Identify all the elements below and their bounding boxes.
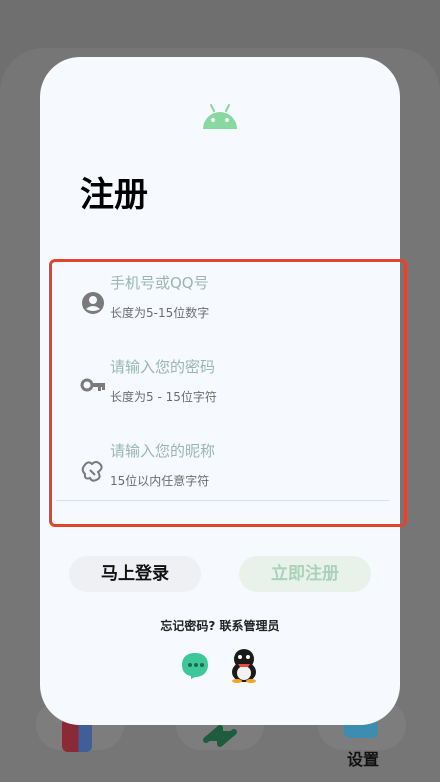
nickname-input[interactable]: 请输入您的昵称 xyxy=(110,440,215,461)
account-field[interactable]: 手机号或QQ号 长度为5-15位数字 xyxy=(52,270,404,350)
register-form: 手机号或QQ号 长度为5-15位数字 请输入您的密码 长度为5 - 15位字符 … xyxy=(49,259,407,527)
register-button[interactable]: 立即注册 xyxy=(239,556,371,592)
message-bubble-icon[interactable] xyxy=(179,650,211,682)
nickname-hint: 15位以内任意字符 xyxy=(110,474,210,488)
page-title: 注册 xyxy=(80,175,148,215)
account-hint: 长度为5-15位数字 xyxy=(110,306,210,320)
dock-settings-label: 设置 xyxy=(346,750,379,769)
form-divider xyxy=(56,500,389,501)
nickname-icon xyxy=(81,461,103,482)
android-icon xyxy=(203,104,237,129)
password-hint: 长度为5 - 15位字符 xyxy=(110,390,217,404)
password-input[interactable]: 请输入您的密码 xyxy=(110,356,215,377)
password-field[interactable]: 请输入您的密码 长度为5 - 15位字符 xyxy=(52,354,404,434)
account-circle-icon xyxy=(82,292,104,314)
login-button[interactable]: 马上登录 xyxy=(69,556,201,592)
forgot-password-link[interactable]: 忘记密码? 联系管理员 xyxy=(40,617,400,634)
qq-penguin-icon[interactable] xyxy=(228,648,260,684)
nickname-field[interactable]: 请输入您的昵称 15位以内任意字符 xyxy=(52,438,404,518)
key-icon xyxy=(80,378,105,392)
account-input[interactable]: 手机号或QQ号 xyxy=(110,272,209,293)
register-dialog: 注册 手机号或QQ号 长度为5-15位数字 请输入您的密码 长度为5 - 15位… xyxy=(40,57,407,725)
